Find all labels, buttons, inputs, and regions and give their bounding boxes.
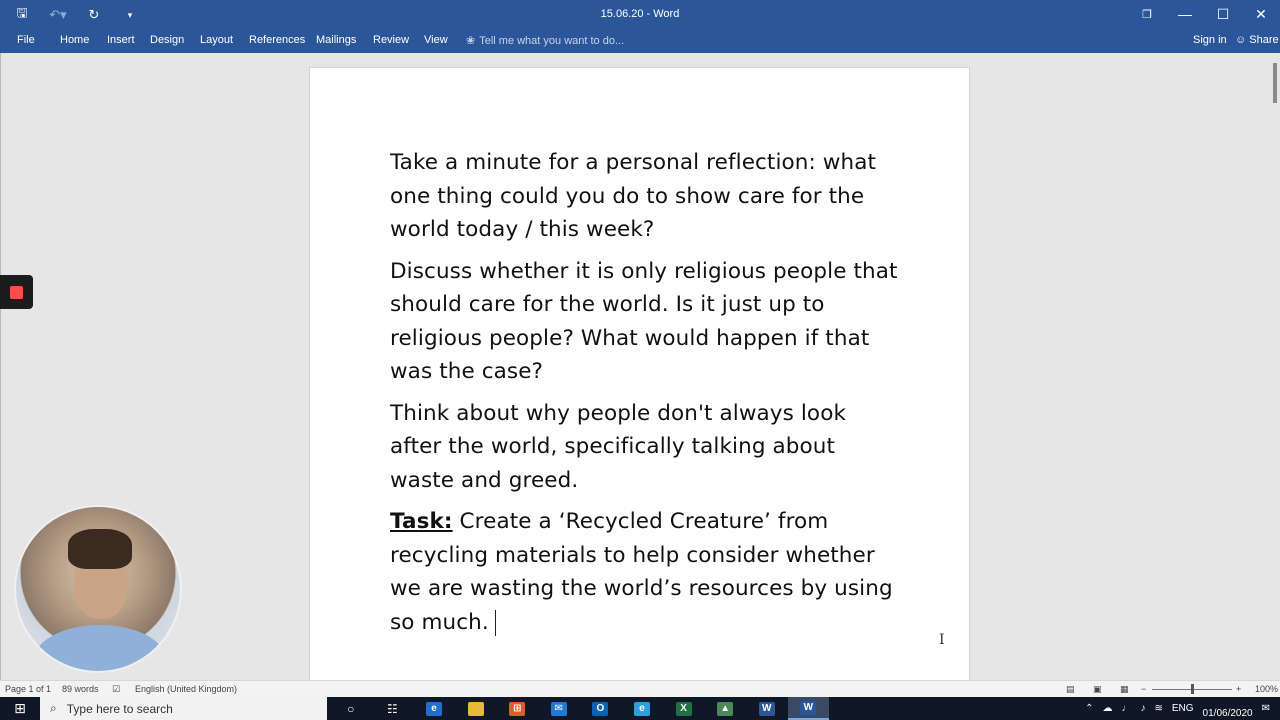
share-button[interactable]: ☺ Share — [1235, 34, 1279, 46]
tab-home[interactable]: Home — [60, 34, 89, 46]
edge-icon[interactable]: e — [413, 697, 455, 720]
notifications-icon[interactable]: ✉ — [1262, 703, 1270, 714]
page-count[interactable]: Page 1 of 1 — [5, 684, 51, 694]
cortana-icon[interactable]: ○ — [330, 697, 372, 720]
task-label: Task: — [390, 509, 453, 534]
lightbulb-icon: ❀ — [466, 35, 476, 47]
document-page[interactable]: Take a minute for a personal reflection:… — [309, 67, 970, 687]
sign-in-link[interactable]: Sign in — [1193, 34, 1227, 46]
close-button[interactable]: ✕ — [1242, 0, 1280, 28]
window-title: 15.06.20 - Word — [600, 8, 680, 20]
taskbar-search[interactable]: ⌕ Type here to search — [40, 697, 327, 720]
tab-layout[interactable]: Layout — [200, 34, 233, 46]
zoom-in-icon[interactable]: + — [1236, 684, 1241, 694]
onedrive-icon[interactable]: ☁ — [1102, 703, 1112, 714]
proofing-icon[interactable]: ☑ — [112, 684, 120, 695]
webcam-overlay — [14, 505, 182, 673]
person-icon: ☺ — [1235, 34, 1247, 46]
tab-view[interactable]: View — [424, 34, 448, 46]
search-icon: ⌕ — [50, 701, 57, 715]
tab-references[interactable]: References — [249, 34, 305, 46]
paragraph-reflection: Take a minute for a personal reflection:… — [390, 150, 877, 242]
task-text: Create a ‘Recycled Creature’ from recycl… — [390, 509, 893, 635]
scrollbar-thumb[interactable] — [1273, 63, 1277, 103]
minimize-button[interactable]: — — [1166, 0, 1204, 28]
language-status[interactable]: English (United Kingdom) — [135, 684, 237, 694]
word-count[interactable]: 89 words — [62, 684, 99, 694]
windows-start-icon[interactable]: ⊞ — [0, 697, 40, 720]
taskbar-clock[interactable]: 01/06/2020 — [1203, 699, 1253, 719]
zoom-out-icon[interactable]: − — [1141, 684, 1146, 694]
mail-icon[interactable]: ✉ — [538, 697, 580, 720]
share-label: Share — [1249, 34, 1279, 46]
read-mode-icon[interactable]: ▤ — [1066, 684, 1075, 695]
tab-mailings[interactable]: Mailings — [316, 34, 356, 46]
tab-file[interactable]: File — [17, 34, 35, 46]
show-hidden-icons-icon[interactable]: ⌃ — [1085, 703, 1093, 714]
taskbar-search-placeholder: Type here to search — [66, 701, 173, 716]
taskbar-date: 01/06/2020 — [1202, 707, 1253, 719]
file-explorer-icon[interactable] — [455, 697, 497, 720]
photos-icon[interactable]: ▲ — [704, 697, 746, 720]
print-layout-icon[interactable]: ▣ — [1093, 684, 1102, 695]
zoom-level[interactable]: 100% — [1255, 684, 1278, 694]
paragraph-discuss: Discuss whether it is only religious peo… — [390, 258, 898, 385]
store-icon[interactable]: ⊞ — [496, 697, 538, 720]
document-area: Take a minute for a personal reflection:… — [0, 53, 1280, 687]
system-tray: ⌃ ☁ ♩ ♪ ≋ ENG 01/06/2020 ✉ — [1085, 697, 1280, 720]
presenter-hair — [68, 529, 132, 569]
wifi-icon[interactable]: ≋ — [1154, 703, 1162, 714]
maximize-button[interactable]: ☐ — [1204, 0, 1242, 28]
vertical-scrollbar[interactable] — [1268, 53, 1280, 680]
presenter-shirt — [34, 625, 166, 671]
ribbon-tabs: File Home Insert Design Layout Reference… — [0, 30, 1280, 53]
web-layout-icon[interactable]: ▦ — [1120, 684, 1129, 695]
recording-stop-button[interactable] — [0, 275, 33, 309]
title-bar: 🖫 ↶▾ ↻ ▾ 15.06.20 - Word ❐ — ☐ ✕ — [0, 0, 1280, 30]
internet-explorer-icon[interactable]: e — [621, 697, 663, 720]
task-view-icon[interactable]: ☷ — [372, 697, 414, 720]
paragraph-think: Think about why people don't always look… — [390, 400, 846, 493]
text-cursor — [494, 609, 496, 636]
keyboard-language[interactable]: ENG — [1172, 703, 1194, 714]
tell-me-placeholder: Tell me what you want to do... — [479, 35, 625, 47]
ribbon-display-options-icon[interactable]: ❐ — [1128, 0, 1166, 28]
tab-insert[interactable]: Insert — [107, 34, 135, 46]
word-active-icon[interactable]: W — [787, 697, 830, 720]
volume-icon[interactable]: ♪ — [1140, 703, 1145, 714]
status-bar: Page 1 of 1 89 words ☑ English (United K… — [0, 680, 1280, 697]
paragraph-task: Task: Create a ‘Recycled Creature’ from … — [390, 505, 900, 639]
stop-icon — [10, 285, 23, 299]
word-icon[interactable]: W — [746, 697, 788, 720]
document-body[interactable]: Take a minute for a personal reflection:… — [390, 146, 900, 647]
tab-design[interactable]: Design — [150, 34, 184, 46]
zoom-slider-knob[interactable] — [1191, 684, 1194, 694]
taskbar: ⊞ ⌕ Type here to search ○ ☷ e ⊞ ✉ O e X … — [0, 697, 1280, 720]
microphone-icon[interactable]: ♩ — [1121, 703, 1131, 714]
tab-review[interactable]: Review — [373, 34, 409, 46]
outlook-icon[interactable]: O — [580, 697, 622, 720]
excel-icon[interactable]: X — [663, 697, 705, 720]
tell-me-box[interactable]: ❀ Tell me what you want to do... — [466, 34, 624, 47]
mouse-ibeam-icon: I — [939, 632, 945, 648]
